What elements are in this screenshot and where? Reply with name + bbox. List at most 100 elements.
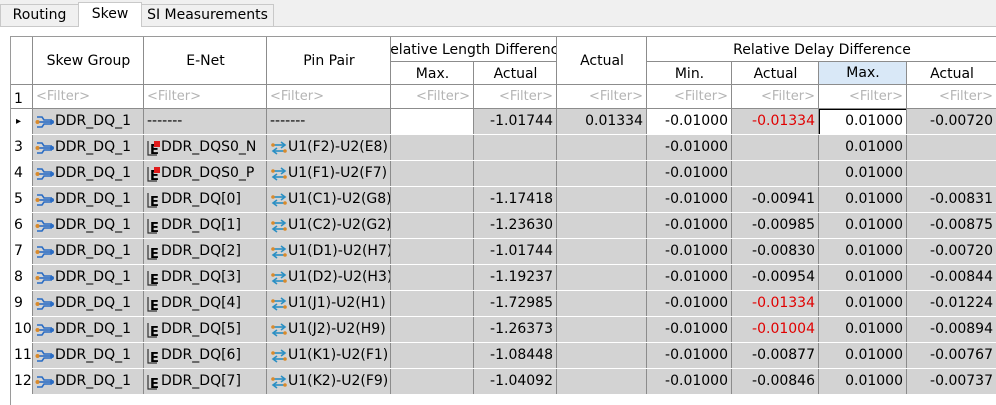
length-max-cell[interactable] xyxy=(391,317,474,343)
skew-group-cell[interactable]: DDR_DQ_1 xyxy=(33,343,144,369)
e-net-cell[interactable]: ------- xyxy=(144,109,267,135)
pin-pair-cell[interactable]: U1(C1)-U2(G8) xyxy=(267,187,391,213)
skew-group-cell[interactable]: DDR_DQ_1 xyxy=(33,213,144,239)
filter-cell[interactable]: <Filter> xyxy=(391,85,474,109)
length-max-cell[interactable] xyxy=(391,213,474,239)
filter-cell[interactable]: <Filter> xyxy=(907,85,996,109)
column-header-pin-pair[interactable]: Pin Pair xyxy=(267,37,391,85)
filter-cell[interactable]: <Filter> xyxy=(732,85,819,109)
column-header-length-max[interactable]: Max. xyxy=(391,62,474,85)
delay-max-cell[interactable]: 0.01000 xyxy=(819,265,907,291)
length-max-cell[interactable] xyxy=(391,187,474,213)
filter-cell[interactable]: <Filter> xyxy=(819,85,907,109)
delay-max-cell[interactable]: 0.01000 xyxy=(819,187,907,213)
skew-group-cell[interactable]: DDR_DQ_1 xyxy=(33,109,144,135)
delay-min-cell[interactable]: -0.01000 xyxy=(647,109,732,135)
pin-pair-cell[interactable]: U1(D2)-U2(H3) xyxy=(267,265,391,291)
delay-min-cell[interactable]: -0.01000 xyxy=(647,187,732,213)
delay-max-cell[interactable]: 0.01000 xyxy=(819,213,907,239)
delay-max-cell[interactable]: 0.01000 xyxy=(819,317,907,343)
delay-max-cell[interactable]: 0.01000 xyxy=(819,109,907,135)
pin-pair-cell[interactable]: U1(K1)-U2(F1) xyxy=(267,343,391,369)
filter-cell[interactable]: <Filter> xyxy=(557,85,647,109)
delay-min-cell[interactable]: -0.01000 xyxy=(647,317,732,343)
delay-min-cell[interactable]: -0.01000 xyxy=(647,161,732,187)
column-header-length-actual[interactable]: Actual xyxy=(474,62,557,85)
skew-group-cell[interactable]: DDR_DQ_1 xyxy=(33,239,144,265)
length-max-cell[interactable] xyxy=(391,161,474,187)
length-max-cell[interactable] xyxy=(391,369,474,395)
filter-cell[interactable]: <Filter> xyxy=(33,85,144,109)
length-max-cell[interactable] xyxy=(391,291,474,317)
pin-pair-cell[interactable]: U1(C2)-U2(G2) xyxy=(267,213,391,239)
column-header-skew-group[interactable]: Skew Group xyxy=(33,37,144,85)
filter-cell[interactable]: <Filter> xyxy=(474,85,557,109)
delay-min-cell[interactable]: -0.01000 xyxy=(647,135,732,161)
length-max-cell[interactable] xyxy=(391,135,474,161)
row-number[interactable]: 3 xyxy=(11,135,33,161)
e-net-cell[interactable]: E DDR_DQ[4] xyxy=(144,291,267,317)
skew-group-cell[interactable]: DDR_DQ_1 xyxy=(33,265,144,291)
row-number[interactable]: 9 xyxy=(11,291,33,317)
column-header-actual[interactable]: Actual xyxy=(557,37,647,85)
row-number[interactable]: 4 xyxy=(11,161,33,187)
delay-min-cell[interactable]: -0.01000 xyxy=(647,265,732,291)
row-number[interactable]: 10 xyxy=(11,317,33,343)
e-net-cell[interactable]: E DDR_DQ[6] xyxy=(144,343,267,369)
skew-group-cell[interactable]: DDR_DQ_1 xyxy=(33,291,144,317)
e-net-cell[interactable]: E DDR_DQ[1] xyxy=(144,213,267,239)
delay-min-cell[interactable]: -0.01000 xyxy=(647,291,732,317)
pin-pair-cell[interactable]: U1(J2)-U2(H9) xyxy=(267,317,391,343)
column-header-delay-min[interactable]: Min. xyxy=(647,62,732,85)
column-header-delay-actual-2[interactable]: Actual xyxy=(907,62,996,85)
filter-cell[interactable]: <Filter> xyxy=(267,85,391,109)
delay-max-cell[interactable]: 0.01000 xyxy=(819,135,907,161)
e-net-cell[interactable]: E DDR_DQ[3] xyxy=(144,265,267,291)
row-number[interactable]: 12 xyxy=(11,369,33,395)
row-number[interactable]: 5 xyxy=(11,187,33,213)
length-max-cell[interactable] xyxy=(391,265,474,291)
delay-min-cell[interactable]: -0.01000 xyxy=(647,343,732,369)
column-header-delay-max[interactable]: Max. xyxy=(819,62,907,84)
pin-pair-cell[interactable]: U1(F1)-U2(F7) xyxy=(267,161,391,187)
filter-cell[interactable]: <Filter> xyxy=(647,85,732,109)
pin-pair-cell[interactable]: U1(K2)-U2(F9) xyxy=(267,369,391,395)
skew-group-cell[interactable]: DDR_DQ_1 xyxy=(33,369,144,395)
length-max-cell[interactable] xyxy=(391,109,474,135)
skew-group-cell[interactable]: DDR_DQ_1 xyxy=(33,187,144,213)
delay-min-cell[interactable]: -0.01000 xyxy=(647,369,732,395)
tab-skew[interactable]: Skew xyxy=(78,2,142,27)
row-number[interactable]: 8 xyxy=(11,265,33,291)
pin-pair-cell[interactable]: U1(D1)-U2(H7) xyxy=(267,239,391,265)
delay-max-cell[interactable]: 0.01000 xyxy=(819,343,907,369)
skew-group-cell[interactable]: DDR_DQ_1 xyxy=(33,135,144,161)
filter-cell[interactable]: <Filter> xyxy=(144,85,267,109)
tab-routing[interactable]: Routing xyxy=(0,4,79,27)
row-pointer-icon[interactable]: ▸ xyxy=(11,109,33,135)
pin-pair-cell[interactable]: ------- xyxy=(267,109,391,135)
delay-min-cell[interactable]: -0.01000 xyxy=(647,239,732,265)
pin-pair-cell[interactable]: U1(F2)-U2(E8) xyxy=(267,135,391,161)
column-group-header-relative-length[interactable]: Relative Length Difference xyxy=(391,37,557,62)
e-net-cell[interactable]: E DDR_DQ[7] xyxy=(144,369,267,395)
e-net-cell[interactable]: E DDR_DQ[0] xyxy=(144,187,267,213)
skew-group-cell[interactable]: DDR_DQ_1 xyxy=(33,161,144,187)
e-net-cell[interactable]: E DDR_DQS0_N xyxy=(144,135,267,161)
delay-max-cell[interactable]: 0.01000 xyxy=(819,369,907,395)
pin-pair-cell[interactable]: U1(J1)-U2(H1) xyxy=(267,291,391,317)
length-max-cell[interactable] xyxy=(391,343,474,369)
length-max-cell[interactable] xyxy=(391,239,474,265)
row-number[interactable]: 11 xyxy=(11,343,33,369)
delay-min-cell[interactable]: -0.01000 xyxy=(647,213,732,239)
skew-group-cell[interactable]: DDR_DQ_1 xyxy=(33,317,144,343)
column-header-delay-actual[interactable]: Actual xyxy=(732,62,819,85)
tab-si-measurements[interactable]: SI Measurements xyxy=(141,4,274,27)
delay-max-cell[interactable]: 0.01000 xyxy=(819,161,907,187)
row-number[interactable]: 6 xyxy=(11,213,33,239)
delay-max-cell[interactable]: 0.01000 xyxy=(819,239,907,265)
e-net-cell[interactable]: E DDR_DQ[2] xyxy=(144,239,267,265)
column-group-header-relative-delay[interactable]: Relative Delay Difference xyxy=(647,37,996,62)
e-net-cell[interactable]: E DDR_DQ[5] xyxy=(144,317,267,343)
row-number[interactable]: 7 xyxy=(11,239,33,265)
e-net-cell[interactable]: E DDR_DQS0_P xyxy=(144,161,267,187)
